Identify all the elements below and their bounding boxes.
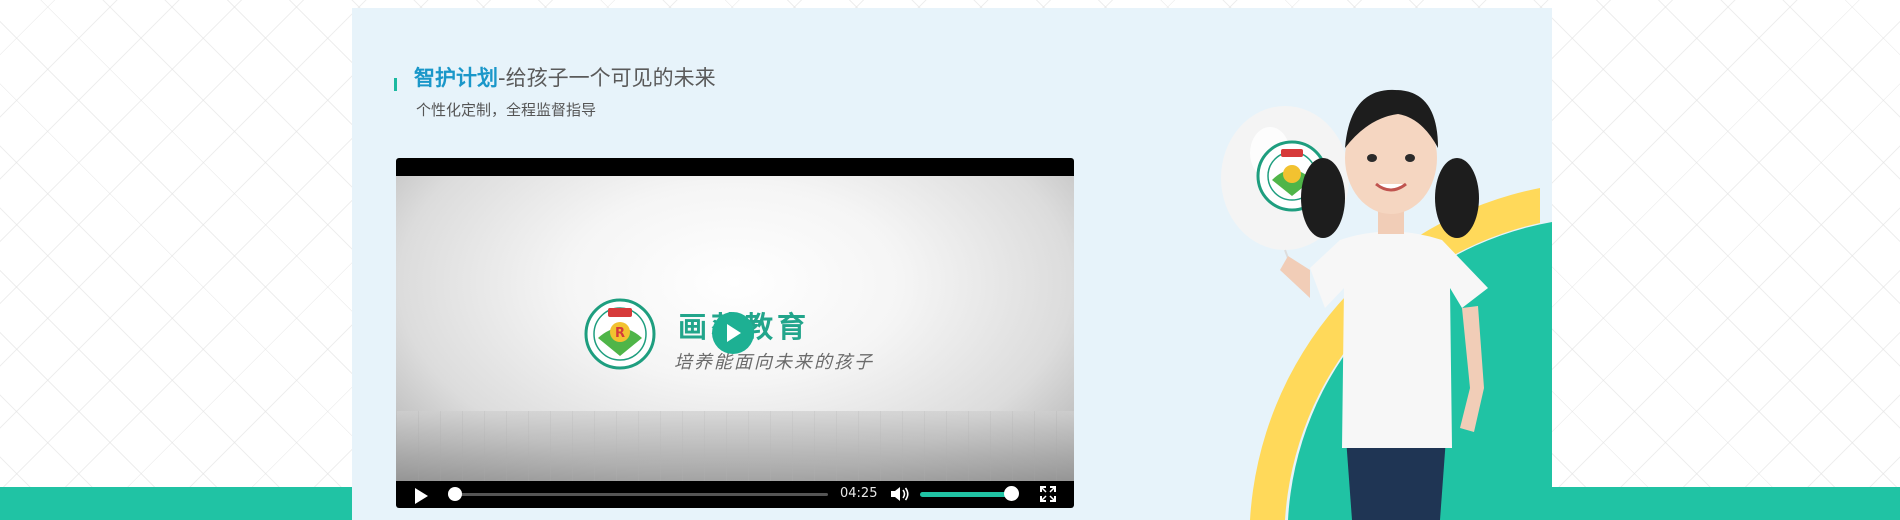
play-icon	[727, 324, 741, 342]
video-slogan: 培养能面向未来的孩子	[674, 352, 874, 373]
section-subtitle: 个性化定制，全程监督指导	[416, 101, 597, 119]
video-player[interactable]: R 画荻教育 培养能面向未来的孩子 04:25	[396, 158, 1074, 508]
svg-text:R: R	[615, 326, 625, 341]
section-heading: 智护计划 -给孩子一个可见的未来	[394, 62, 716, 92]
volume-icon[interactable]	[890, 486, 910, 502]
heading-rest: -给孩子一个可见的未来	[498, 66, 716, 90]
video-time: 04:25	[840, 486, 878, 501]
volume-handle[interactable]	[1004, 486, 1019, 501]
video-floor-backdrop	[396, 411, 1074, 481]
progress-handle[interactable]	[448, 487, 462, 501]
hero-illustration	[1221, 89, 1552, 520]
play-icon[interactable]	[414, 488, 428, 504]
brand-logo-icon: R	[584, 298, 656, 370]
video-controls: 04:25	[396, 480, 1074, 508]
promo-panel: 智护计划-给孩子一个可见的未来 个性化定制，全程监督指导 R 画荻教育 培养能面…	[352, 8, 1552, 520]
progress-bar[interactable]	[454, 493, 828, 496]
fullscreen-icon[interactable]	[1040, 486, 1056, 502]
heading-accent-bar	[394, 78, 397, 91]
volume-slider[interactable]	[920, 492, 1014, 497]
big-play-button[interactable]	[712, 312, 754, 354]
heading-highlight: 智护计划	[414, 66, 498, 90]
video-frame[interactable]: R 画荻教育 培养能面向未来的孩子	[396, 176, 1074, 481]
